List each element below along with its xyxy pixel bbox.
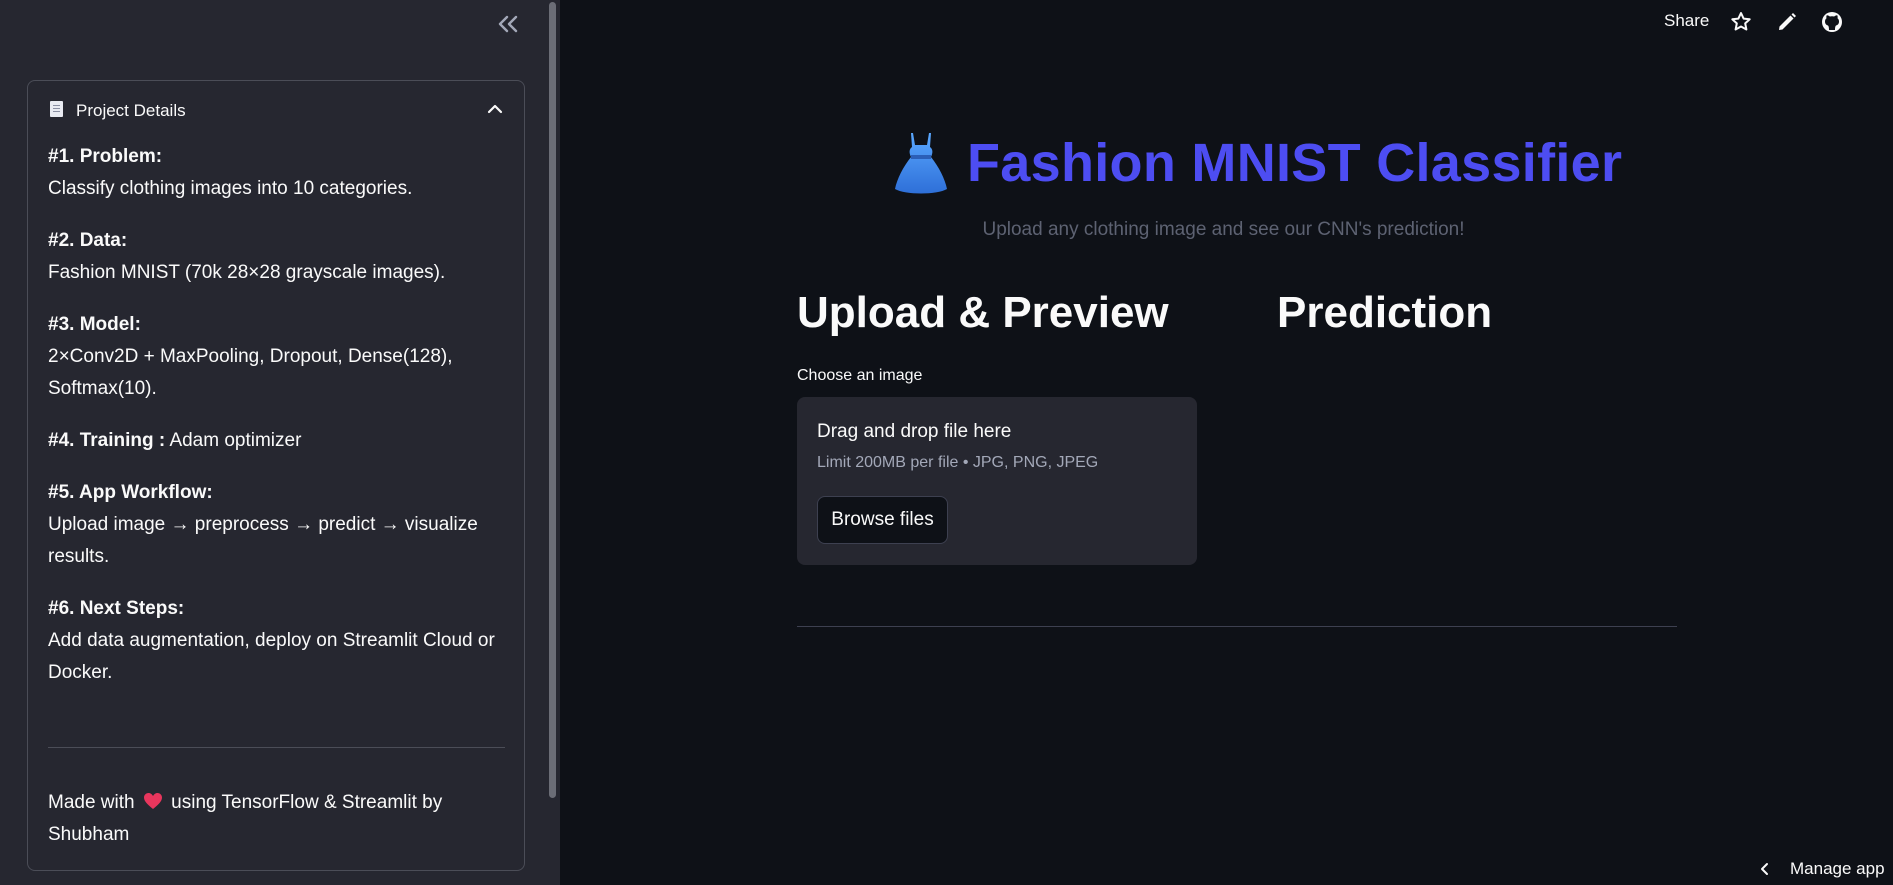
section-text: Fashion MNIST (70k 28×28 grayscale image… — [48, 262, 446, 283]
chevron-left-icon — [1761, 863, 1768, 875]
section-heading: #5. App Workflow: — [48, 482, 213, 503]
sidebar-divider — [48, 747, 505, 748]
manage-app-button[interactable]: Manage app — [1758, 859, 1885, 879]
star-icon[interactable] — [1729, 10, 1753, 34]
app-title-row: Fashion MNIST Classifier — [893, 128, 1622, 198]
edit-pencil-icon[interactable] — [1775, 10, 1799, 34]
section-next-steps: #6. Next Steps: Add data augmentation, d… — [48, 593, 508, 689]
section-workflow: #5. App Workflow: Upload image → preproc… — [48, 477, 508, 573]
made-with-footer: Made with using TensorFlow & Streamlit b… — [48, 787, 488, 851]
project-details-expander: Project Details #1. Problem: Classify cl… — [27, 80, 525, 871]
share-button[interactable]: Share — [1664, 11, 1709, 31]
footer-pre: Made with — [48, 792, 135, 813]
expander-title: Project Details — [76, 101, 186, 120]
section-model: #3. Model: 2×Conv2D + MaxPooling, Dropou… — [48, 309, 508, 405]
dress-icon — [893, 131, 949, 195]
section-text: Classify clothing images into 10 categor… — [48, 178, 413, 199]
section-text: Adam optimizer — [169, 430, 302, 451]
section-problem: #1. Problem: Classify clothing images in… — [48, 141, 508, 205]
section-heading: #3. Model: — [48, 314, 141, 335]
section-text: Upload image → preprocess → predict → vi… — [48, 514, 478, 567]
collapse-sidebar-icon[interactable] — [494, 10, 522, 38]
dropzone-title: Drag and drop file here — [817, 421, 1012, 442]
section-heading: #1. Problem: — [48, 146, 163, 167]
chevron-up-icon[interactable] — [485, 99, 505, 119]
prediction-heading: Prediction — [1277, 288, 1493, 337]
document-icon — [50, 101, 63, 117]
section-text: 2×Conv2D + MaxPooling, Dropout, Dense(12… — [48, 346, 453, 399]
subtitle-text: Upload any clothing image and see our CN… — [982, 219, 1465, 240]
browse-files-button[interactable]: Browse files — [817, 496, 948, 544]
section-heading: #4. Training : — [48, 430, 166, 451]
file-dropzone[interactable]: Drag and drop file here Limit 200MB per … — [797, 397, 1197, 565]
manage-app-label: Manage app — [1790, 859, 1885, 878]
main-divider — [797, 626, 1677, 627]
section-heading: #6. Next Steps: — [48, 598, 185, 619]
section-training: #4. Training : Adam optimizer — [48, 425, 508, 457]
section-text: Add data augmentation, deploy on Streaml… — [48, 630, 495, 683]
heart-icon — [140, 792, 171, 813]
sidebar: Project Details #1. Problem: Classify cl… — [0, 0, 560, 885]
sidebar-scrollbar[interactable] — [549, 2, 556, 798]
github-icon[interactable] — [1820, 10, 1844, 34]
upload-preview-heading: Upload & Preview — [797, 288, 1169, 337]
dropzone-limit: Limit 200MB per file • JPG, PNG, JPEG — [817, 454, 1099, 471]
app-subtitle: Upload any clothing image and see our CN… — [0, 219, 1893, 241]
file-uploader-label: Choose an image — [797, 367, 923, 384]
expander-header[interactable]: Project Details — [28, 81, 524, 139]
app-title: Fashion MNIST Classifier — [967, 133, 1623, 193]
